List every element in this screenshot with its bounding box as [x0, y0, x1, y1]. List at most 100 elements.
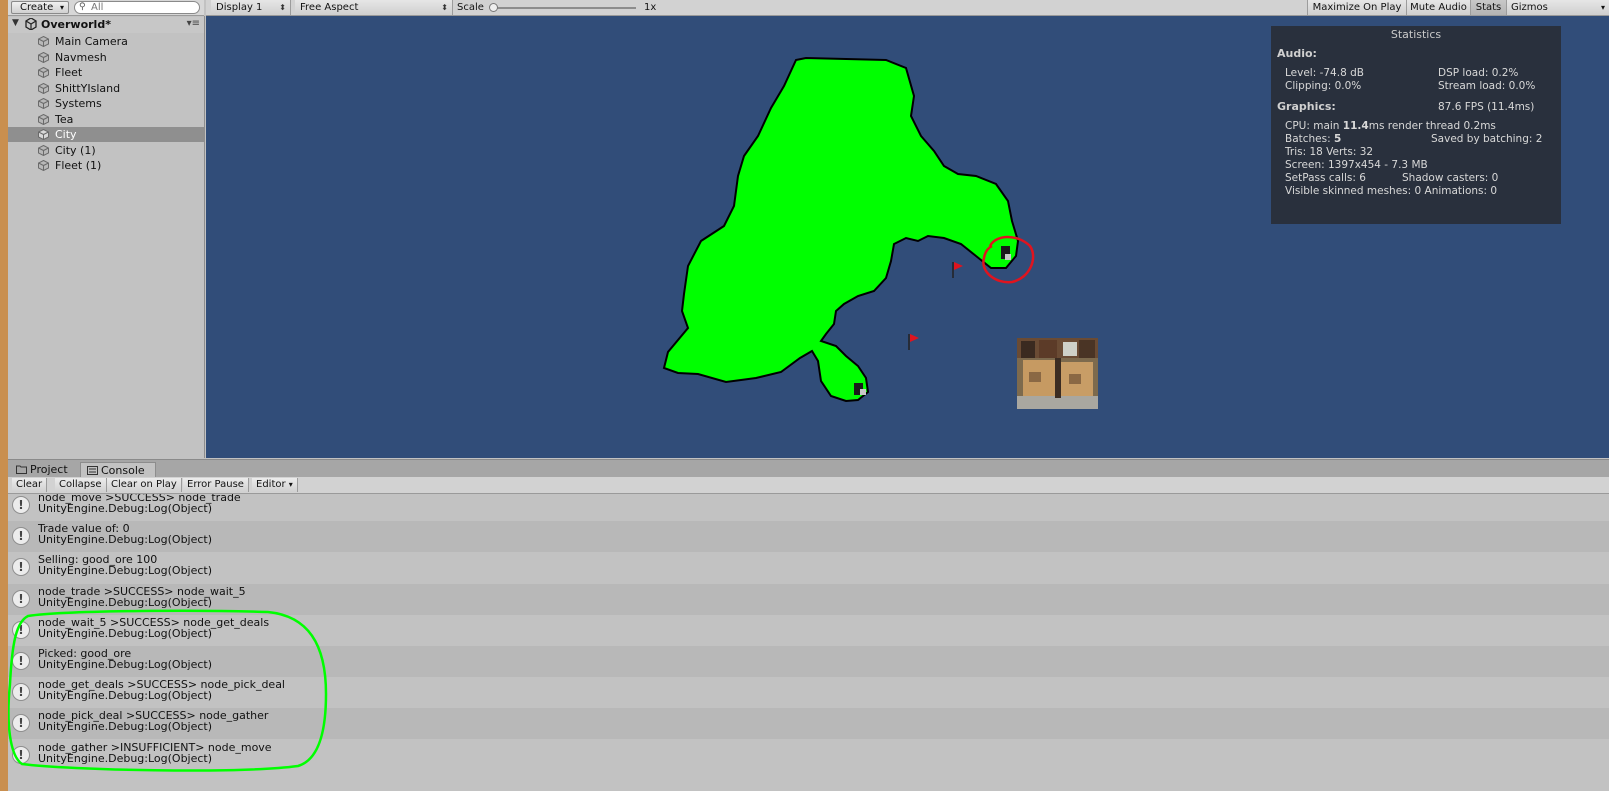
mute-audio-toggle[interactable]: Mute Audio [1406, 0, 1470, 15]
info-icon: ! [12, 652, 30, 670]
log-entry[interactable]: ! node_gather >INSUFFICIENT> node_move Uni… [8, 740, 1609, 771]
info-icon: ! [12, 714, 30, 733]
console-log-list[interactable]: ! node_move >SUCCESS> node_trade UnityEngi… [8, 494, 1609, 791]
batches-value: 5 [1334, 133, 1342, 145]
stream-load: Stream load: 0.0% [1438, 80, 1536, 92]
hierarchy-search-input[interactable]: ⚲ All [74, 1, 200, 14]
tab-project-label: Project [30, 463, 68, 476]
clear-on-play-toggle[interactable]: Clear on Play [107, 478, 182, 492]
stats-toggle[interactable]: Stats [1470, 0, 1506, 15]
maximize-on-play-toggle[interactable]: Maximize On Play [1307, 0, 1406, 15]
red-flag-icon [908, 334, 919, 350]
aspect-label: Free Aspect [300, 2, 359, 13]
gameobject-cube-icon [38, 113, 49, 125]
red-flag-icon [952, 262, 963, 278]
log-entry[interactable]: ! Selling: good_ore 100 UnityEngine.Debug:… [8, 552, 1609, 583]
info-icon: ! [12, 745, 30, 764]
tab-console-label: Console [101, 464, 145, 477]
collapse-toggle[interactable]: Collapse [55, 478, 107, 492]
tab-console[interactable]: Console [80, 462, 156, 478]
info-icon: ! [12, 558, 30, 577]
hierarchy-item-label: Tea [55, 112, 74, 126]
stats-title: Statistics [1390, 28, 1442, 41]
hierarchy-item[interactable]: Systems [8, 96, 204, 111]
console-toolbar: Clear Collapse Clear on Play Error Pause… [8, 477, 1609, 494]
display-dropdown[interactable]: Display 1 ⬍ [211, 0, 291, 15]
cpu-readout: CPU: main 11.4ms render thread 0.2ms [1285, 120, 1496, 132]
error-pause-toggle[interactable]: Error Pause [183, 478, 249, 492]
info-icon: ! [12, 620, 30, 639]
scale-slider-track[interactable] [492, 7, 636, 9]
hierarchy-item[interactable]: Navmesh [8, 50, 204, 65]
log-entry[interactable]: ! node_wait_5 >SUCCESS> node_get_deals Uni… [8, 615, 1609, 646]
hierarchy-item[interactable]: Fleet (1) [8, 158, 204, 173]
log-entry[interactable]: ! node_move >SUCCESS> node_trade UnityEngi… [8, 494, 1609, 521]
game-view[interactable]: Statistics Audio: Level: -74.8 dB DSP lo… [206, 16, 1609, 458]
shadow-casters: Shadow casters: 0 [1402, 172, 1499, 184]
editor-dropdown[interactable]: Editor ▾ [252, 478, 298, 492]
hierarchy-item-label: ShittYIsland [55, 81, 121, 95]
hierarchy-item[interactable]: Fleet [8, 65, 204, 80]
crates-picture [1017, 338, 1098, 409]
gameobject-cube-icon [38, 98, 49, 109]
scale-label: Scale [457, 2, 484, 13]
mute-audio-label: Mute Audio [1410, 2, 1467, 13]
info-icon: ! [12, 496, 30, 514]
create-button[interactable]: Create ▾ [11, 1, 69, 14]
setpass-calls: SetPass calls: 6 [1285, 172, 1366, 184]
scene-menu-icon[interactable]: ▾≡ [187, 18, 200, 29]
clear-on-play-label: Clear on Play [111, 479, 177, 490]
log-stacktrace: UnityEngine.Debug:Log(Object) [38, 564, 213, 578]
hierarchy-item[interactable]: Tea [8, 112, 204, 127]
scale-slider-handle[interactable] [489, 3, 498, 12]
editor-label: Editor [256, 479, 286, 490]
gizmos-dropdown[interactable]: Gizmos ▾ [1506, 0, 1609, 15]
hierarchy-item-label: Fleet [55, 66, 83, 79]
audio-header: Audio: [1277, 47, 1317, 60]
cpu-main-value: 11.4 [1342, 120, 1369, 132]
log-entry[interactable]: ! node_pick_deal >SUCCESS> node_gather Uni… [8, 708, 1609, 740]
error-pause-label: Error Pause [187, 479, 244, 490]
hierarchy-item[interactable]: City [8, 127, 204, 142]
create-label: Create [20, 2, 54, 13]
unity-scene-icon [25, 18, 37, 30]
hierarchy-item-label: Main Camera [55, 35, 128, 48]
log-stacktrace: UnityEngine.Debug:Log(Object) [38, 689, 213, 703]
green-island [662, 56, 1020, 403]
scene-name: Overworld* [41, 18, 111, 31]
aspect-dropdown[interactable]: Free Aspect ⬍ [295, 0, 453, 15]
scene-row[interactable]: ▼ Overworld* ▾≡ [8, 17, 204, 33]
log-stacktrace: UnityEngine.Debug:Log(Object) [38, 720, 213, 734]
gameobject-cube-icon [38, 51, 49, 63]
log-entry[interactable]: ! Trade value of: 0 UnityEngine.Debug:Log(… [8, 521, 1609, 553]
ship-unit-icon [1001, 246, 1011, 260]
tab-project[interactable]: Project [10, 462, 80, 478]
gizmos-label: Gizmos [1511, 2, 1548, 13]
log-entry[interactable]: ! node_trade >SUCCESS> node_wait_5 UnityEn… [8, 583, 1609, 615]
gameobject-cube-icon [38, 129, 49, 140]
skinned-meshes: Visible skinned meshes: 0 Animations: 0 [1285, 185, 1498, 197]
hierarchy-item[interactable]: ShittYIsland [8, 81, 204, 96]
log-stacktrace: UnityEngine.Debug:Log(Object) [38, 533, 213, 547]
gameobject-cube-icon [38, 144, 49, 156]
log-entry[interactable]: ! node_get_deals >SUCCESS> node_pick_deal… [8, 677, 1609, 708]
chevron-down-icon: ▾ [59, 3, 64, 12]
expand-triangle-icon[interactable]: ▼ [12, 18, 19, 28]
hierarchy-item[interactable]: Main Camera [8, 34, 204, 49]
log-entry[interactable]: ! Picked: good_ore UnityEngine.Debug:Log(O… [8, 646, 1609, 677]
audio-clipping: Clipping: 0.0% [1285, 80, 1362, 92]
screen-readout: Screen: 1397x454 - 7.3 MB [1285, 159, 1428, 171]
bottom-tab-bar: Project Console [8, 459, 1609, 478]
hierarchy-item[interactable]: City (1) [8, 143, 204, 158]
gameobject-cube-icon [38, 82, 49, 94]
hierarchy-item-label: City (1) [55, 143, 96, 157]
dropdown-arrows-icon: ⬍ [441, 3, 448, 12]
info-icon: ! [12, 527, 30, 546]
batches-prefix: Batches: [1285, 133, 1334, 145]
maximize-on-play-label: Maximize On Play [1312, 2, 1402, 13]
hierarchy-panel: ▼ Overworld* ▾≡ Main Camera Navmesh Fleet S… [8, 16, 205, 458]
hierarchy-item-label: Fleet (1) [55, 159, 102, 172]
hierarchy-item-label: City [55, 128, 77, 141]
clear-button[interactable]: Clear [12, 478, 48, 492]
console-icon [87, 466, 98, 475]
